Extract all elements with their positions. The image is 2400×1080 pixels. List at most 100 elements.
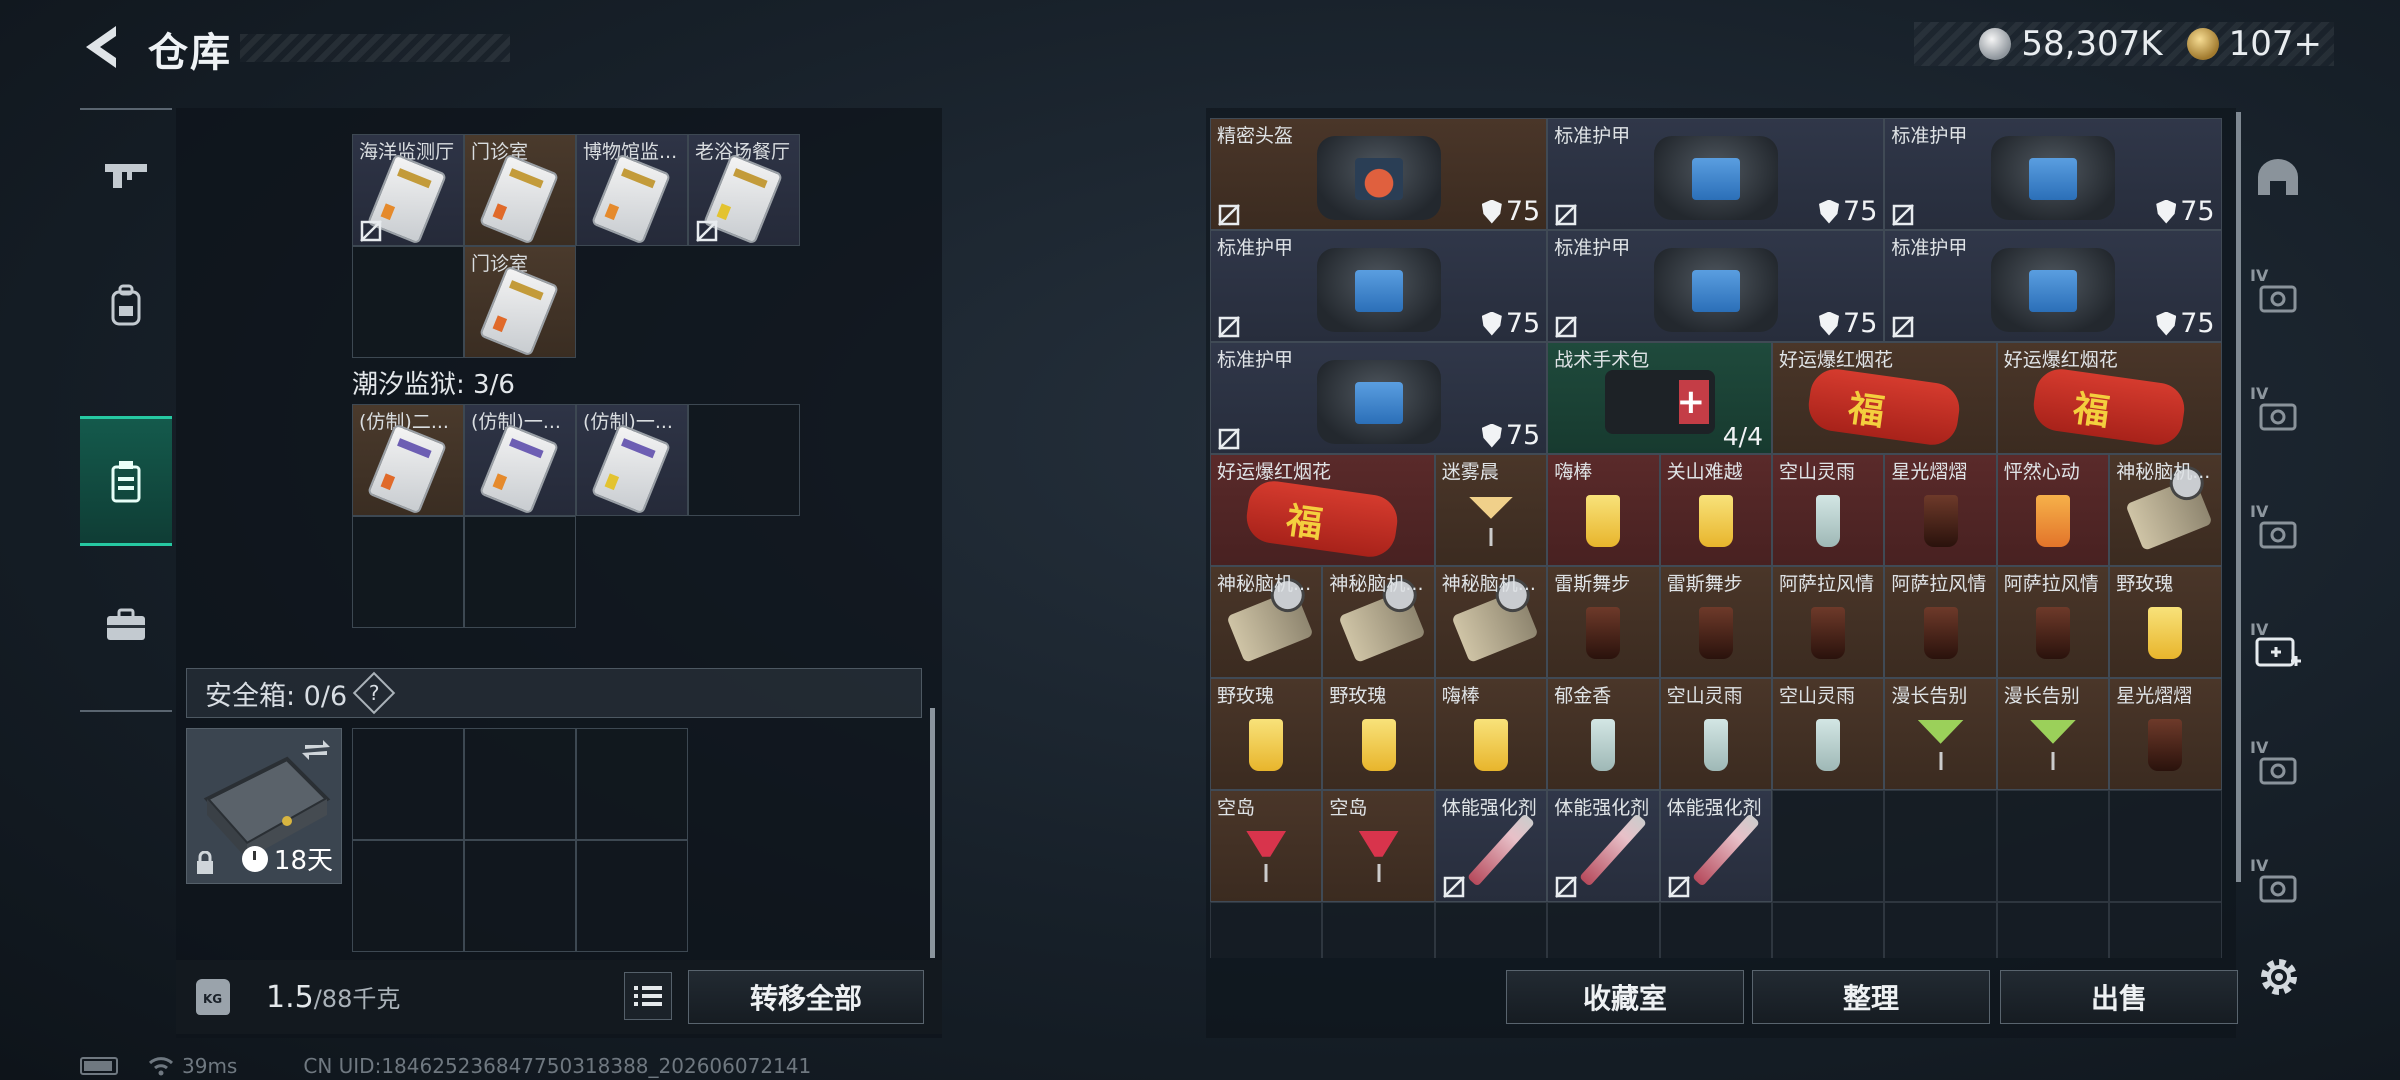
warehouse-item[interactable]: 体能强化剂: [1434, 790, 1548, 902]
warehouse-item[interactable]: 标准护甲 75: [1210, 230, 1548, 342]
warehouse-item[interactable]: 好运爆红烟花福: [1772, 342, 1997, 454]
warehouse-item[interactable]: 迷雾晨: [1434, 454, 1548, 566]
empty-slot[interactable]: [352, 516, 464, 628]
empty-slot[interactable]: [1996, 902, 2110, 958]
warehouse-item[interactable]: 标准护甲 75: [1884, 230, 2222, 342]
empty-slot[interactable]: [1884, 790, 1997, 902]
safebox-slot[interactable]: [576, 728, 688, 840]
keycard-slot[interactable]: 门诊室: [464, 246, 576, 358]
warehouse-item[interactable]: 雷斯舞步: [1547, 566, 1660, 678]
nav-container[interactable]: [80, 416, 172, 546]
warehouse-item[interactable]: 体能强化剂: [1659, 790, 1772, 902]
warehouse-item[interactable]: 标准护甲 75: [1210, 342, 1548, 454]
helmet-category[interactable]: [2248, 148, 2308, 208]
warehouse-item[interactable]: 野玫瑰: [1210, 678, 1323, 790]
empty-slot[interactable]: [1434, 902, 1548, 958]
empty-slot[interactable]: [2109, 790, 2222, 902]
warehouse-item[interactable]: 标准护甲 75: [1547, 230, 1885, 342]
warehouse-item[interactable]: 怦然心动: [1996, 454, 2110, 566]
empty-slot[interactable]: [1210, 902, 1323, 958]
warehouse-item[interactable]: 神秘脑机...: [2109, 454, 2222, 566]
armor-vest-icon: [1990, 248, 2115, 333]
warehouse-item[interactable]: 嗨棒: [1434, 678, 1548, 790]
warehouse-item[interactable]: 空岛: [1210, 790, 1323, 902]
armor-iv-category[interactable]: IV: [2248, 266, 2308, 326]
warehouse-item[interactable]: 神秘脑机...: [1322, 566, 1435, 678]
warehouse-item[interactable]: 星光熠熠: [1884, 454, 1997, 566]
warehouse-item[interactable]: 星光熠熠: [2109, 678, 2222, 790]
empty-slot[interactable]: [352, 246, 464, 358]
warehouse-item[interactable]: 好运爆红烟花福: [1996, 342, 2222, 454]
nav-backpack[interactable]: [80, 240, 172, 370]
safebox-case[interactable]: 18天: [186, 728, 342, 884]
warehouse-item[interactable]: 战术手术包 4/4: [1547, 342, 1772, 454]
medical-iv-category[interactable]: IV: [2248, 620, 2308, 680]
warehouse-item[interactable]: 阿萨拉风情: [1884, 566, 1997, 678]
empty-slot[interactable]: [1772, 790, 1885, 902]
warehouse-item[interactable]: 阿萨拉风情: [1996, 566, 2110, 678]
safebox-slot[interactable]: [352, 840, 464, 952]
prison-card-slot[interactable]: (仿制)一...: [576, 404, 688, 516]
warehouse-item[interactable]: 雷斯舞步: [1659, 566, 1772, 678]
nav-weapon[interactable]: [80, 110, 172, 240]
empty-slot[interactable]: [1322, 902, 1435, 958]
warehouse-item[interactable]: 野玫瑰: [1322, 678, 1435, 790]
keycard-slot[interactable]: 博物馆监...: [576, 134, 688, 246]
safebox-slot[interactable]: [576, 840, 688, 952]
empty-slot[interactable]: [1659, 902, 1772, 958]
weight-badge: KG: [203, 992, 223, 1006]
collection-button[interactable]: 收藏室: [1506, 970, 1744, 1024]
safebox-slot[interactable]: [352, 728, 464, 840]
container-icon: [111, 461, 141, 503]
transfer-all-button[interactable]: 转移全部: [688, 970, 924, 1024]
warehouse-item[interactable]: 漫长告别: [1996, 678, 2110, 790]
warehouse-item[interactable]: 野玫瑰: [2109, 566, 2222, 678]
warehouse-item[interactable]: 空山灵雨: [1772, 678, 1885, 790]
empty-slot[interactable]: [1996, 790, 2110, 902]
armor-vest-icon: [1653, 248, 1778, 333]
empty-slot[interactable]: [688, 404, 800, 516]
ammo-iv-category[interactable]: IV: [2248, 502, 2308, 562]
warehouse-item[interactable]: 好运爆红烟花福: [1210, 454, 1435, 566]
safebox-slot[interactable]: [464, 840, 576, 952]
empty-slot[interactable]: [1547, 902, 1660, 958]
empty-slot[interactable]: [1772, 902, 1885, 958]
empty-slot[interactable]: [2109, 902, 2222, 958]
warehouse-item[interactable]: 体能强化剂: [1547, 790, 1660, 902]
empty-slot[interactable]: [464, 516, 576, 628]
consumable-iv-category[interactable]: IV: [2248, 738, 2308, 798]
nav-briefcase[interactable]: [80, 560, 172, 690]
warehouse-item[interactable]: 空岛: [1322, 790, 1435, 902]
warehouse-item[interactable]: 嗨棒: [1547, 454, 1660, 566]
back-button[interactable]: [78, 22, 124, 72]
swap-icon[interactable]: [301, 737, 331, 763]
prison-card-slot[interactable]: (仿制)一...: [464, 404, 576, 516]
warehouse-item[interactable]: 漫长告别: [1884, 678, 1997, 790]
warehouse-item[interactable]: 阿萨拉风情: [1772, 566, 1885, 678]
misc-iv-category[interactable]: IV: [2248, 856, 2308, 916]
warehouse-item[interactable]: 标准护甲 75: [1884, 118, 2222, 230]
sell-button[interactable]: 出售: [2000, 970, 2238, 1024]
warehouse-item[interactable]: 空山灵雨: [1659, 678, 1772, 790]
warehouse-item[interactable]: 神秘脑机...: [1210, 566, 1323, 678]
settings-gear-icon[interactable]: [2256, 954, 2302, 1000]
warehouse-item[interactable]: 关山难越: [1659, 454, 1772, 566]
warehouse-item[interactable]: 精密头盔 75: [1210, 118, 1548, 230]
warehouse-item[interactable]: 空山灵雨: [1772, 454, 1885, 566]
warehouse-item[interactable]: 标准护甲 75: [1547, 118, 1885, 230]
prison-card-slot[interactable]: (仿制)二...: [352, 404, 464, 516]
drink-icon: [1923, 607, 1958, 659]
organize-button[interactable]: 整理: [1752, 970, 1990, 1024]
durability-text: 75: [2180, 196, 2215, 227]
keycard-slot[interactable]: 老浴场餐厅: [688, 134, 800, 246]
warehouse-item[interactable]: 郁金香: [1547, 678, 1660, 790]
help-icon[interactable]: ?: [352, 671, 396, 715]
list-view-button[interactable]: [624, 972, 672, 1020]
keycard-slot[interactable]: 海洋监测厅: [352, 134, 464, 246]
left-scrollbar[interactable]: [930, 708, 935, 958]
keycard-slot[interactable]: 门诊室: [464, 134, 576, 246]
weapon-iv-category[interactable]: IV: [2248, 384, 2308, 444]
warehouse-item[interactable]: 神秘脑机...: [1434, 566, 1548, 678]
empty-slot[interactable]: [1884, 902, 1997, 958]
safebox-slot[interactable]: [464, 728, 576, 840]
